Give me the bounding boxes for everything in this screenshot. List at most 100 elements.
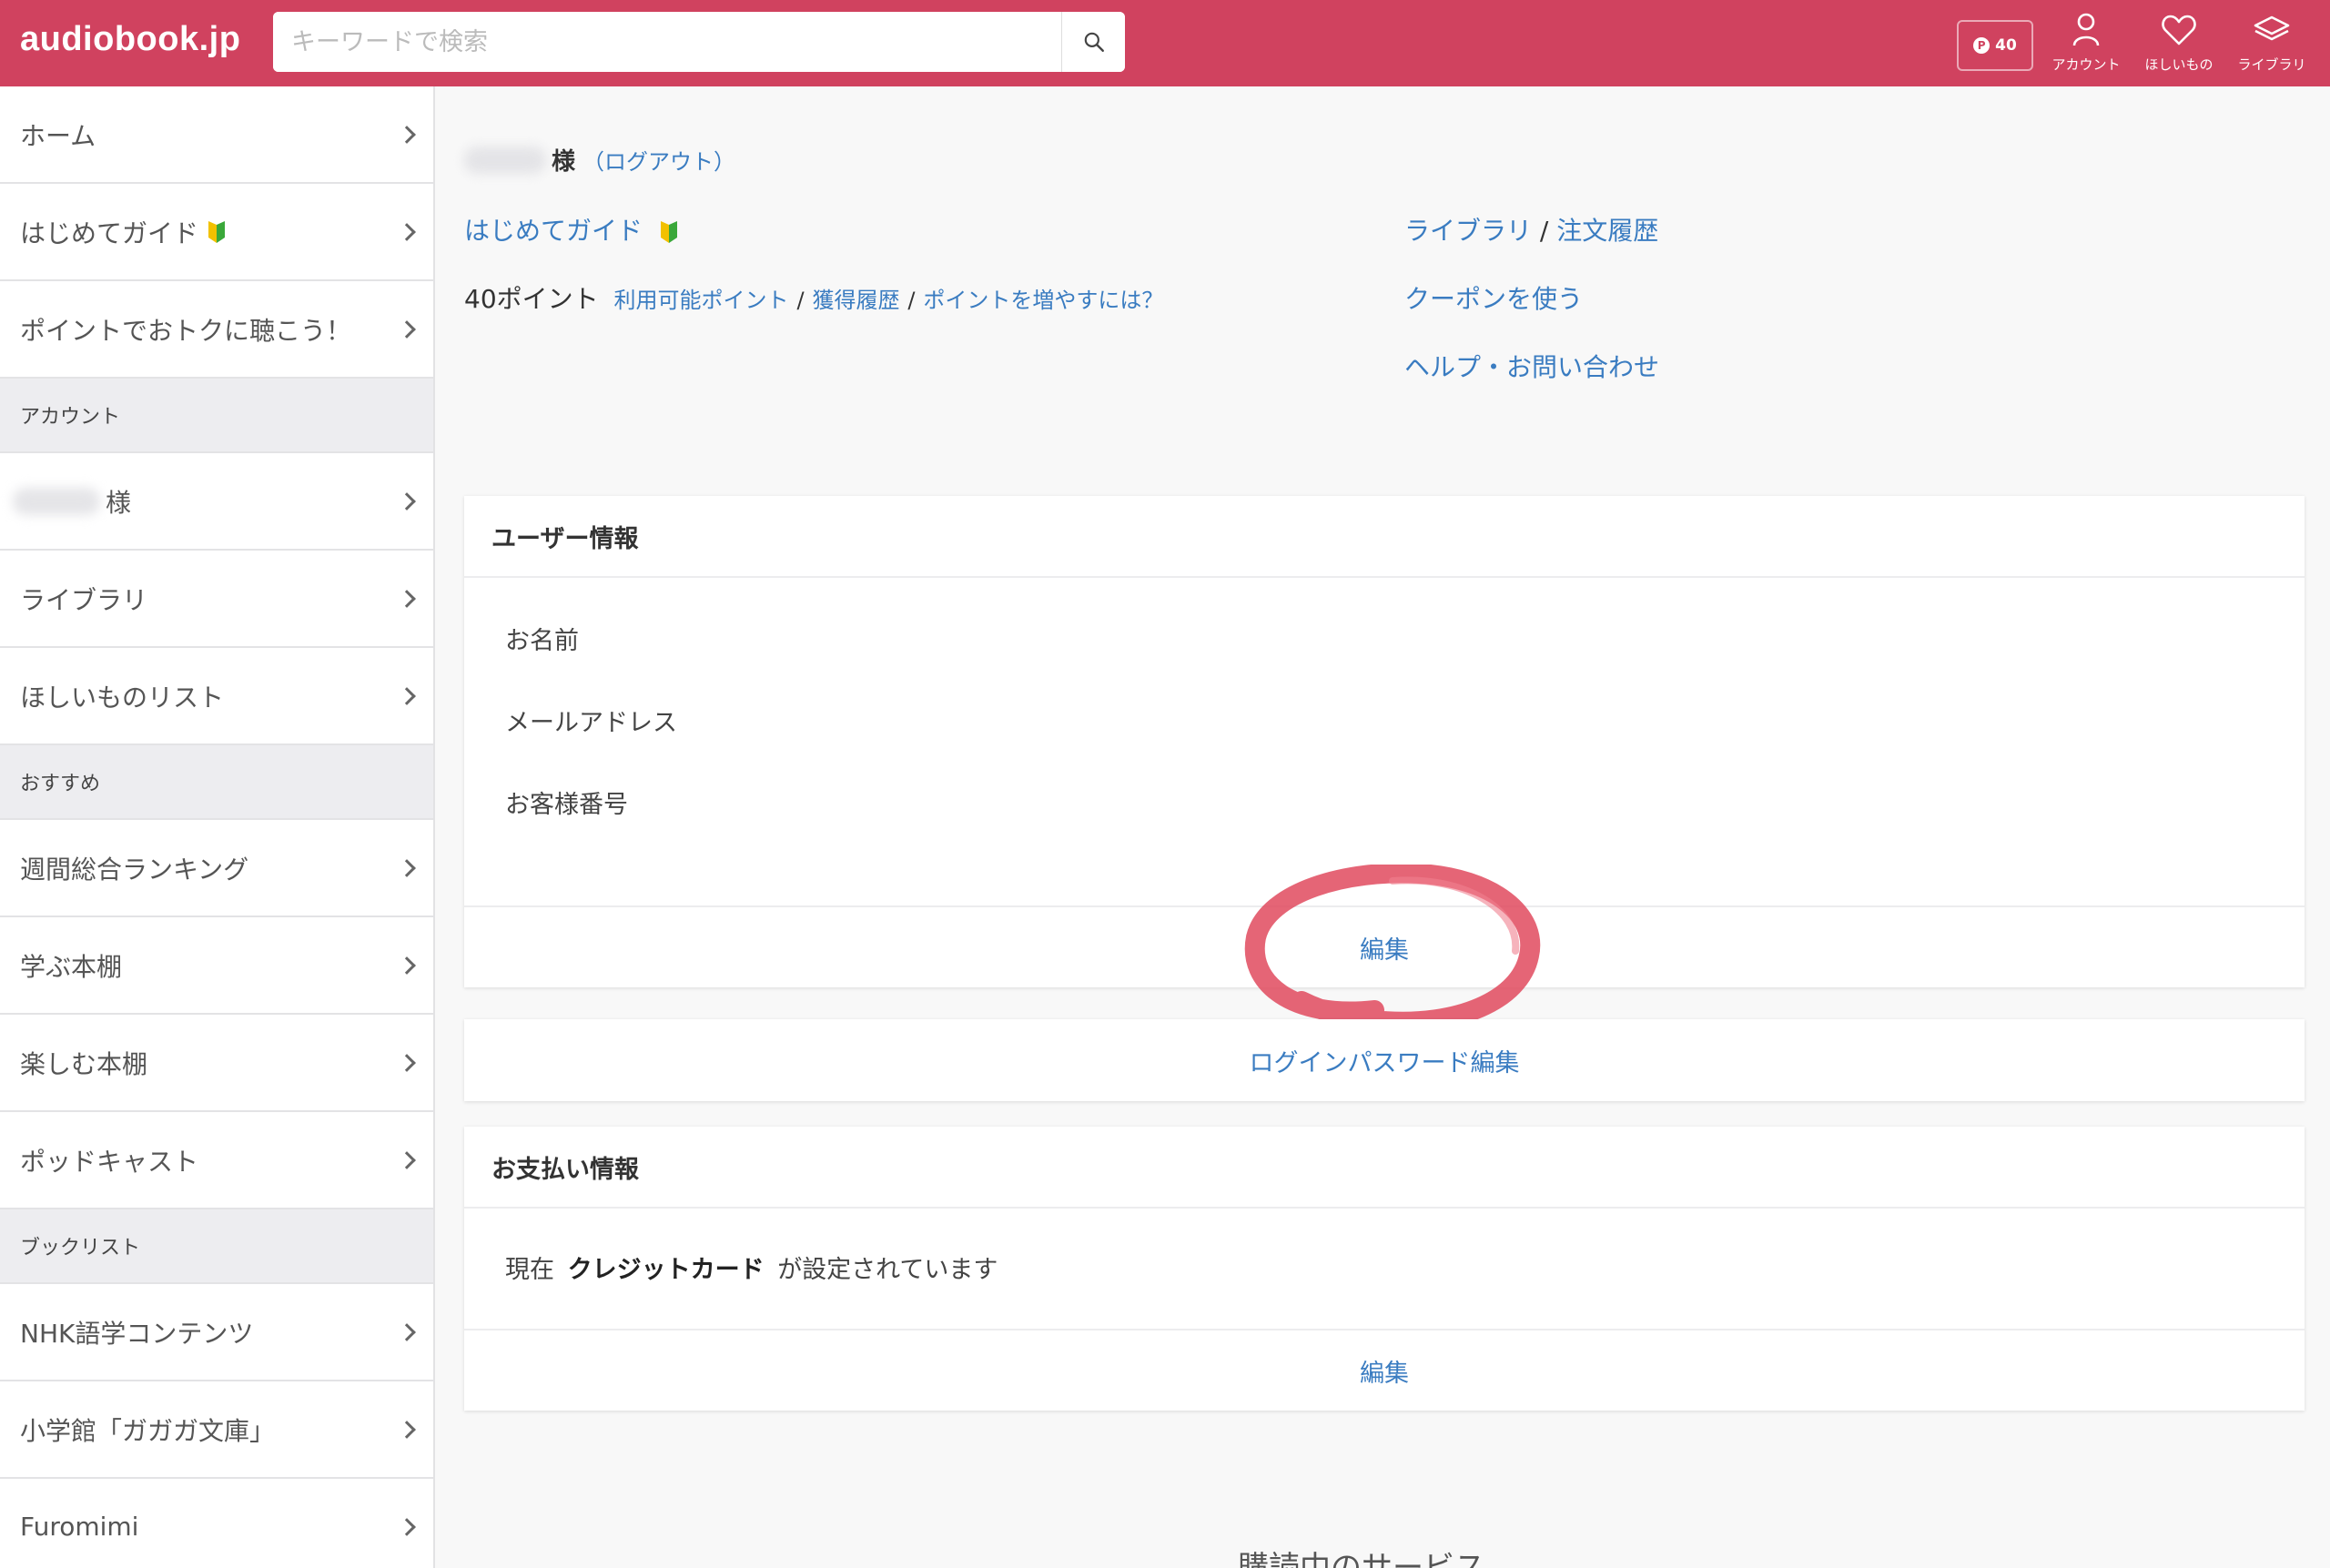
- chevron-right-icon: [398, 319, 416, 339]
- sidebar-heading-recommend: おすすめ: [0, 745, 433, 820]
- chevron-right-icon: [398, 1053, 416, 1072]
- chevron-right-icon: [398, 686, 416, 705]
- heart-icon: [2162, 15, 2196, 46]
- coupon-row: クーポンを使う: [1404, 279, 1583, 316]
- payment-status-prefix: 現在: [505, 1256, 554, 1284]
- payment-info-title: お支払い情報: [464, 1127, 2305, 1209]
- beginner-mark-icon: [208, 220, 226, 243]
- sidebar-item-learn-shelf[interactable]: 学ぶ本棚: [0, 917, 433, 1015]
- main-content: 様 （ログアウト） はじめてガイド 40ポイント 利用可能ポイント / 獲得履歴…: [437, 86, 2330, 1568]
- chevron-right-icon: [398, 589, 416, 608]
- sidebar-item-label: NHK語学コンテンツ: [20, 1318, 254, 1349]
- email-field-label: メールアドレス: [505, 709, 677, 737]
- top-header: audiobook.jp P 40 アカウント ほしいもの ライブラリ: [0, 0, 2330, 86]
- search-button[interactable]: [1061, 12, 1125, 72]
- search-box: [273, 12, 1125, 72]
- help-row: ヘルプ・お問い合わせ: [1404, 348, 1659, 384]
- blurred-username: [464, 146, 546, 174]
- help-link[interactable]: ヘルプ・お問い合わせ: [1404, 352, 1659, 382]
- sidebar-item-label: ほしいものリスト: [20, 682, 225, 713]
- sidebar-nav: ホーム はじめてガイド ポイントでおトクに聴こう！ アカウント 様 ライブラリ …: [0, 86, 435, 1568]
- payment-info-footer: 編集: [464, 1329, 2305, 1411]
- header-wishlist-button[interactable]: ほしいもの: [2133, 9, 2224, 77]
- paren-close: ）: [714, 149, 736, 175]
- beginner-mark-icon: [660, 221, 677, 243]
- sidebar-item-library[interactable]: ライブラリ: [0, 551, 433, 648]
- site-logo[interactable]: audiobook.jp: [20, 20, 240, 59]
- points-badge[interactable]: P 40: [1957, 20, 2033, 71]
- chevron-right-icon: [398, 956, 416, 975]
- account-icon: [2072, 13, 2100, 46]
- chevron-right-icon: [398, 1150, 416, 1169]
- chevron-right-icon: [398, 491, 416, 511]
- sidebar-heading-label: おすすめ: [20, 773, 101, 795]
- sidebar-item-enjoy-shelf[interactable]: 楽しむ本棚: [0, 1015, 433, 1112]
- points-row: 40ポイント 利用可能ポイント / 獲得履歴 / ポイントを増やすには？: [464, 279, 1163, 316]
- sidebar-item-label: はじめてガイド: [20, 217, 199, 248]
- sidebar-item-label: Furomimi: [20, 1512, 139, 1542]
- sidebar-item-user[interactable]: 様: [0, 453, 433, 551]
- separator: /: [1539, 216, 1549, 246]
- payment-edit-button[interactable]: 編集: [1360, 1353, 1409, 1389]
- library-order-row: ライブラリ / 注文履歴: [1404, 211, 1658, 248]
- header-account-button[interactable]: アカウント: [2041, 9, 2132, 77]
- available-points-link[interactable]: 利用可能ポイント: [614, 288, 789, 313]
- sidebar-item-nhk[interactable]: NHK語学コンテンツ: [0, 1284, 433, 1381]
- name-field-label: お名前: [505, 627, 579, 655]
- chevron-right-icon: [398, 1420, 416, 1439]
- sidebar-item-guide[interactable]: はじめてガイド: [0, 184, 433, 281]
- sidebar-item-label: ポイントでおトクに聴こう！: [20, 315, 352, 346]
- sidebar-item-furomimi[interactable]: Furomimi: [0, 1479, 433, 1568]
- subscriptions-heading: 購読中のサービス: [1238, 1550, 1485, 1568]
- library-link[interactable]: ライブラリ: [1404, 216, 1532, 246]
- user-info-title: ユーザー情報: [464, 496, 2305, 578]
- greeting-suffix: 様: [552, 148, 576, 176]
- coupon-link[interactable]: クーポンを使う: [1404, 284, 1583, 314]
- points-badge-value: 40: [1995, 36, 2017, 55]
- sidebar-item-home[interactable]: ホーム: [0, 86, 433, 184]
- logout-link[interactable]: ログアウト: [604, 149, 714, 175]
- header-wishlist-label: ほしいもの: [2144, 56, 2214, 73]
- password-edit-button[interactable]: ログインパスワード編集: [1250, 1043, 1520, 1078]
- chevron-right-icon: [398, 858, 416, 877]
- sidebar-item-wishlist[interactable]: ほしいものリスト: [0, 648, 433, 745]
- header-account-label: アカウント: [2051, 56, 2121, 73]
- user-greeting: 様 （ログアウト）: [464, 143, 735, 177]
- blurred-username: [13, 487, 100, 515]
- chevron-right-icon: [398, 222, 416, 241]
- sidebar-heading-label: アカウント: [20, 406, 121, 429]
- chevron-right-icon: [398, 1322, 416, 1341]
- increase-points-link[interactable]: ポイントを増やすには？: [923, 288, 1163, 313]
- sidebar-item-gagaga[interactable]: 小学館「ガガガ文庫」: [0, 1381, 433, 1479]
- sidebar-item-label: 学ぶ本棚: [20, 951, 123, 982]
- sidebar-heading-booklist: ブックリスト: [0, 1209, 433, 1284]
- payment-status-suffix: が設定されています: [777, 1256, 998, 1284]
- order-history-link[interactable]: 注文履歴: [1556, 216, 1658, 246]
- point-coin-icon: P: [1973, 37, 1991, 54]
- payment-status: 現在 クレジットカード が設定されています: [505, 1249, 998, 1285]
- password-edit-row: ログインパスワード編集: [464, 1019, 2305, 1101]
- points-text: 40ポイント: [464, 284, 599, 314]
- paren-open: （: [582, 149, 605, 175]
- points-history-link[interactable]: 獲得履歴: [812, 288, 899, 313]
- sidebar-item-label: ライブラリ: [20, 584, 148, 615]
- sidebar-item-points[interactable]: ポイントでおトクに聴こう！: [0, 281, 433, 379]
- search-input[interactable]: [273, 12, 1061, 72]
- separator: /: [907, 288, 916, 313]
- password-edit-card: ログインパスワード編集: [464, 1019, 2305, 1101]
- sidebar-heading-account: アカウント: [0, 379, 433, 453]
- header-library-button[interactable]: ライブラリ: [2226, 9, 2317, 77]
- payment-method: クレジットカード: [567, 1256, 765, 1284]
- annotation-circle-icon: [1244, 865, 1541, 1032]
- sidebar-item-podcast[interactable]: ポッドキャスト: [0, 1112, 433, 1209]
- chevron-right-icon: [398, 1517, 416, 1536]
- library-icon: [2254, 15, 2290, 41]
- sidebar-item-label: 週間総合ランキング: [20, 854, 249, 885]
- sidebar-item-ranking[interactable]: 週間総合ランキング: [0, 820, 433, 917]
- sidebar-item-label: 小学館「ガガガ文庫」: [20, 1415, 276, 1446]
- sidebar-item-label: ホーム: [20, 120, 96, 151]
- guide-link[interactable]: はじめてガイド: [464, 216, 643, 246]
- customer-number-label: お客様番号: [505, 791, 628, 819]
- payment-info-card: お支払い情報 現在 クレジットカード が設定されています 編集: [464, 1127, 2305, 1411]
- guide-row: はじめてガイド: [464, 211, 680, 248]
